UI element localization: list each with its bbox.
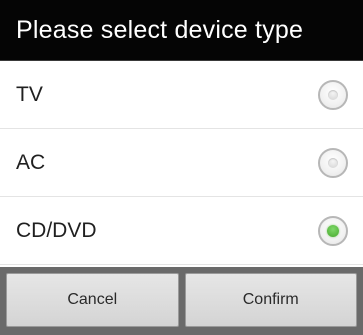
option-ac[interactable]: AC: [0, 129, 363, 197]
radio-button-ac[interactable]: [318, 148, 348, 178]
dialog-button-bar: Cancel Confirm: [0, 267, 363, 335]
radio-dot-icon: [328, 158, 338, 168]
dialog-title: Please select device type: [0, 0, 363, 61]
option-cd-dvd[interactable]: CD/DVD: [0, 197, 363, 265]
radio-button-cd-dvd[interactable]: [318, 216, 348, 246]
option-tv[interactable]: TV: [0, 61, 363, 129]
option-label-cd-dvd: CD/DVD: [16, 219, 97, 242]
option-label-tv: TV: [16, 83, 43, 106]
option-label-ac: AC: [16, 151, 46, 174]
radio-button-tv[interactable]: [318, 80, 348, 110]
radio-checked-icon: [327, 225, 339, 237]
confirm-button[interactable]: Confirm: [184, 273, 357, 327]
cancel-button[interactable]: Cancel: [6, 273, 179, 327]
radio-dot-icon: [328, 90, 338, 100]
select-device-type-dialog: Please select device type TV AC CD/DVD C…: [0, 0, 363, 335]
